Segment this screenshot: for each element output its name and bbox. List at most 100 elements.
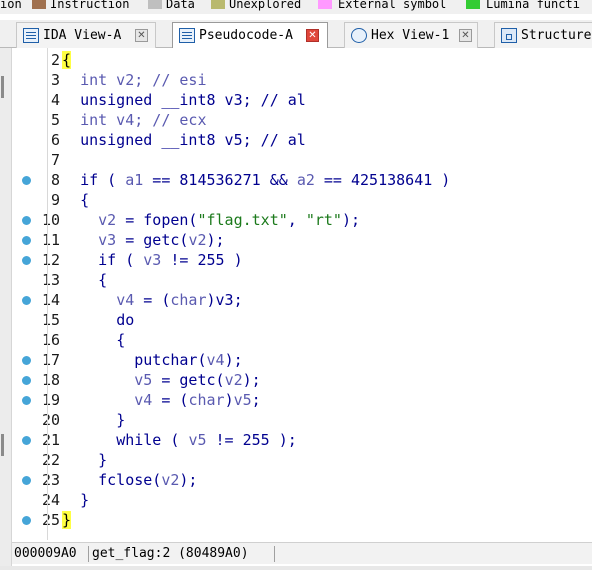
code-line[interactable]: 7 <box>12 150 592 170</box>
code-token: v4 <box>206 351 225 369</box>
code-token: v2 <box>161 471 180 489</box>
code-line[interactable]: 5 int v4; // ecx <box>12 110 592 130</box>
status-bar: 000009A0 get_flag:2 (80489A0) <box>12 542 592 564</box>
highlighted-brace: } <box>62 511 72 529</box>
code-text: v4 = (char)v3; <box>62 290 242 310</box>
code-token: = fopen( <box>116 211 198 229</box>
code-token: ); <box>242 371 261 389</box>
tab-ida-view-a[interactable]: IDA View-A ✕ <box>16 22 156 48</box>
code-text: int v4; // ecx <box>62 110 207 130</box>
breakpoint-dot-icon[interactable] <box>22 436 31 445</box>
tab-structures[interactable]: Structure <box>494 22 592 48</box>
breakpoint-dot-icon[interactable] <box>22 176 31 185</box>
tab-hex-view-1[interactable]: Hex View-1 ✕ <box>344 22 478 48</box>
disassembly-view-icon <box>23 28 39 43</box>
tab-pseudocode-a[interactable]: Pseudocode-A ✕ <box>172 22 328 49</box>
code-line[interactable]: 8 if ( a1 == 814536271 && a2 == 42513864… <box>12 170 592 190</box>
line-number: 6 <box>50 131 60 149</box>
legend-swatch <box>32 0 46 9</box>
breakpoint-dot-icon[interactable] <box>22 476 31 485</box>
code-line[interactable]: 9 { <box>12 190 592 210</box>
code-line[interactable]: 2{ <box>12 50 592 70</box>
line-number: 22 <box>41 451 60 469</box>
code-line[interactable]: 16 { <box>12 330 592 350</box>
code-line[interactable]: 6 unsigned __int8 v5; // al <box>12 130 592 150</box>
close-tab-icon[interactable]: ✕ <box>135 29 148 42</box>
code-token: "flag.txt" <box>197 211 288 229</box>
code-line[interactable]: 22 } <box>12 450 592 470</box>
code-line[interactable]: 4 unsigned __int8 v3; // al <box>12 90 592 110</box>
scroll-mark <box>1 434 4 456</box>
code-line[interactable]: 17 putchar(v4); <box>12 350 592 370</box>
code-line[interactable]: 15 do <box>12 310 592 330</box>
code-text: fclose(v2); <box>62 470 197 490</box>
code-token: { <box>80 191 90 209</box>
code-line[interactable]: 11 v3 = getc(v2); <box>12 230 592 250</box>
code-token: int v4; // ecx <box>80 111 207 129</box>
line-number: 21 <box>41 431 60 449</box>
code-line[interactable]: 3 int v2; // esi <box>12 70 592 90</box>
code-token: ); <box>341 211 361 229</box>
breakpoint-dot-icon[interactable] <box>22 296 31 305</box>
code-token: a1 <box>125 171 144 189</box>
line-number: 3 <box>50 71 60 89</box>
code-token: v5 <box>188 431 207 449</box>
close-tab-icon[interactable]: ✕ <box>459 29 472 42</box>
window-bottom-edge <box>0 566 592 570</box>
line-number: 10 <box>41 211 60 229</box>
code-line[interactable]: 23 fclose(v2); <box>12 470 592 490</box>
tab-label: Structure <box>521 28 592 43</box>
breakpoint-dot-icon[interactable] <box>22 236 31 245</box>
left-panel-edge[interactable] <box>0 48 12 570</box>
code-text: if ( a1 == 814536271 && a2 == 425138641 … <box>62 170 450 190</box>
code-line[interactable]: 21 while ( v5 != 255 ); <box>12 430 592 450</box>
breakpoint-dot-icon[interactable] <box>22 216 31 225</box>
breakpoint-dot-icon[interactable] <box>22 376 31 385</box>
code-token: int v2; // esi <box>80 71 207 89</box>
code-text: do <box>62 310 134 330</box>
code-line[interactable]: 19 v4 = (char)v5; <box>12 390 592 410</box>
code-text: } <box>62 450 107 470</box>
line-number: 17 <box>41 351 60 369</box>
line-number: 8 <box>50 171 60 189</box>
close-tab-icon[interactable]: ✕ <box>306 29 319 42</box>
hex-view-icon <box>351 28 367 43</box>
line-number: 25 <box>41 511 60 529</box>
code-token: fclose( <box>98 471 162 489</box>
code-token: ); <box>224 351 243 369</box>
breakpoint-dot-icon[interactable] <box>22 256 31 265</box>
breakpoint-dot-icon[interactable] <box>22 356 31 365</box>
code-line[interactable]: 14 v4 = (char)v3; <box>12 290 592 310</box>
code-token: , <box>287 211 306 229</box>
code-line[interactable]: 18 v5 = getc(v2); <box>12 370 592 390</box>
code-text: { <box>62 190 89 210</box>
scroll-mark <box>1 76 4 98</box>
breakpoint-dot-icon[interactable] <box>22 516 31 525</box>
breakpoint-dot-icon[interactable] <box>22 396 31 405</box>
code-line[interactable]: 12 if ( v3 != 255 ) <box>12 250 592 270</box>
tab-label: IDA View-A <box>43 28 122 43</box>
code-line[interactable]: 10 v2 = fopen("flag.txt", "rt"); <box>12 210 592 230</box>
code-line[interactable]: 25} <box>12 510 592 530</box>
code-token: = getc( <box>152 371 225 389</box>
pseudocode-editor[interactable]: 2{3 int v2; // esi 4 unsigned __int8 v3; … <box>12 48 592 540</box>
code-line[interactable]: 24 } <box>12 490 592 510</box>
color-legend-bar: ion Instruction Data Unexplored External… <box>0 0 592 14</box>
line-number: 2 <box>50 51 60 69</box>
code-line[interactable]: 20 } <box>12 410 592 430</box>
code-token: } <box>98 451 108 469</box>
code-line[interactable]: 13 { <box>12 270 592 290</box>
code-text: { <box>62 270 107 290</box>
